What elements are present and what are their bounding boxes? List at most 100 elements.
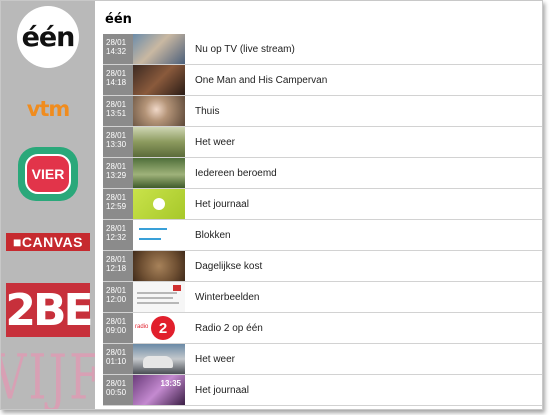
program-hour: 12:32 (106, 233, 127, 242)
thumb-line (137, 292, 177, 294)
program-date: 28/01 (106, 162, 127, 171)
program-date: 28/01 (106, 286, 127, 295)
channel-2be-logo[interactable]: 2BE (1, 281, 95, 339)
channel-een-logo[interactable]: één (1, 1, 95, 73)
radio2-logo-icon: 2 (151, 316, 175, 340)
journaal-clock-text: 13:35 (160, 379, 181, 388)
program-row[interactable]: 28/01 12:00 Winterbeelden (103, 282, 542, 313)
program-thumbnail (133, 251, 185, 281)
program-title: Nu op TV (live stream) (195, 43, 295, 55)
program-hour: 12:18 (106, 264, 127, 273)
program-row[interactable]: 28/01 13:29 Iedereen beroemd (103, 158, 542, 189)
program-thumbnail (133, 127, 185, 157)
program-row[interactable]: 28/01 12:59 Het journaal (103, 189, 542, 220)
program-hour: 13:51 (106, 109, 127, 118)
program-row[interactable]: 28/01 12:18 Dagelijkse kost (103, 251, 542, 282)
program-time: 28/01 12:00 (103, 282, 133, 312)
thumb-line (137, 302, 179, 304)
program-date: 28/01 (106, 224, 127, 233)
program-hour: 14:32 (106, 47, 127, 56)
program-row[interactable]: 28/01 14:18 One Man and His Campervan (103, 65, 542, 96)
program-thumbnail (133, 65, 185, 95)
program-thumbnail: 13:35 (133, 375, 185, 405)
program-time: 28/01 09:00 (103, 313, 133, 343)
program-time: 28/01 12:32 (103, 220, 133, 250)
program-date: 28/01 (106, 255, 127, 264)
program-hour: 12:00 (106, 295, 127, 304)
program-time: 28/01 00:50 (103, 375, 133, 405)
program-title: One Man and His Campervan (195, 74, 328, 86)
2be-logo-text: 2BE (5, 283, 94, 337)
channel-sidebar: één vtm VIER ■CANVAS 2BE VIJF (1, 1, 101, 409)
program-thumbnail (133, 189, 185, 219)
program-row[interactable]: 28/01 13:51 Thuis (103, 96, 542, 127)
thumb-line (139, 238, 161, 240)
program-title: Blokken (195, 229, 231, 241)
program-title: Het journaal (195, 384, 249, 396)
program-time: 28/01 14:18 (103, 65, 133, 95)
channel-vtm-logo[interactable]: vtm (1, 89, 95, 129)
program-date: 28/01 (106, 317, 127, 326)
program-date: 28/01 (106, 38, 127, 47)
radio-tag-text: radio (135, 324, 149, 330)
program-row[interactable]: 28/01 12:32 Blokken (103, 220, 542, 251)
program-time: 28/01 12:59 (103, 189, 133, 219)
program-time: 28/01 12:18 (103, 251, 133, 281)
program-list-panel: één 28/01 14:32 Nu op TV (live stream) 28… (95, 1, 542, 409)
channel-vier-logo[interactable]: VIER (1, 143, 95, 205)
program-time: 28/01 01:10 (103, 344, 133, 374)
program-row[interactable]: 28/01 09:00 radio 2 Radio 2 op één (103, 313, 542, 344)
program-title: Het weer (195, 353, 236, 365)
program-title: Dagelijkse kost (195, 260, 263, 272)
program-title: Thuis (195, 105, 220, 117)
program-time: 28/01 13:30 (103, 127, 133, 157)
page-title: één (105, 12, 132, 27)
program-hour: 13:30 (106, 140, 127, 149)
program-thumbnail (133, 220, 185, 250)
vier-logo-text: VIER (25, 154, 71, 194)
program-date: 28/01 (106, 100, 127, 109)
program-date: 28/01 (106, 69, 127, 78)
program-hour: 01:10 (106, 357, 127, 366)
channel-canvas-logo[interactable]: ■CANVAS (1, 229, 95, 255)
program-time: 28/01 13:29 (103, 158, 133, 188)
program-thumbnail (133, 34, 185, 64)
program-thumbnail (133, 282, 185, 312)
program-date: 28/01 (106, 193, 127, 202)
program-row[interactable]: 28/01 00:50 13:35 Het journaal (103, 375, 542, 406)
program-thumbnail (133, 344, 185, 374)
program-date: 28/01 (106, 131, 127, 140)
program-row[interactable]: 28/01 13:30 Het weer (103, 127, 542, 158)
vijf-logo-text: VIJF (0, 340, 103, 410)
een-logo-text: één (17, 6, 79, 68)
program-date: 28/01 (106, 379, 127, 388)
car-icon (143, 356, 173, 368)
app-window: één vtm VIER ■CANVAS 2BE VIJF één 28/01 1… (0, 0, 543, 410)
program-row[interactable]: 28/01 01:10 Het weer (103, 344, 542, 375)
program-date: 28/01 (106, 348, 127, 357)
canvas-logo-text: ■CANVAS (6, 233, 90, 251)
program-row[interactable]: 28/01 14:32 Nu op TV (live stream) (103, 34, 542, 65)
program-list: 28/01 14:32 Nu op TV (live stream) 28/01 1… (103, 34, 542, 406)
program-title: Het weer (195, 136, 236, 148)
channel-vijf-logo[interactable]: VIJF (1, 341, 101, 409)
vier-logo-frame: VIER (18, 147, 78, 201)
program-thumbnail: radio 2 (133, 313, 185, 343)
program-thumbnail (133, 96, 185, 126)
program-hour: 00:50 (106, 388, 127, 397)
program-hour: 09:00 (106, 326, 127, 335)
program-hour: 12:59 (106, 202, 127, 211)
program-hour: 13:29 (106, 171, 127, 180)
program-time: 28/01 13:51 (103, 96, 133, 126)
thumb-marker (173, 285, 181, 291)
program-thumbnail (133, 158, 185, 188)
program-title: Radio 2 op één (195, 322, 263, 334)
program-title: Iedereen beroemd (195, 167, 277, 179)
vtm-logo-text: vtm (26, 97, 71, 121)
program-hour: 14:18 (106, 78, 127, 87)
thumb-line (139, 228, 167, 230)
thumb-line (137, 297, 173, 299)
program-title: Het journaal (195, 198, 249, 210)
journaal-dot-icon (153, 198, 165, 210)
program-title: Winterbeelden (195, 291, 260, 303)
